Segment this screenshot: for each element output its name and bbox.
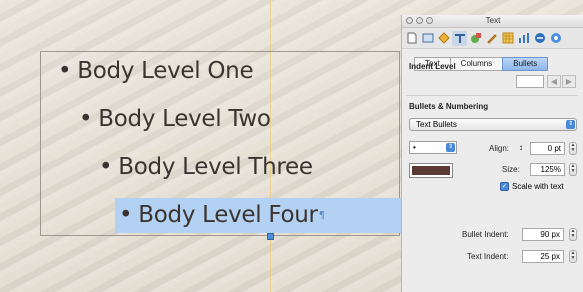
bullet-color-well[interactable] bbox=[409, 163, 453, 178]
table-icon[interactable] bbox=[500, 31, 515, 46]
scale-with-text-label: Scale with text bbox=[512, 182, 564, 191]
bullet-text: Body Level Two bbox=[98, 106, 271, 132]
tab-columns[interactable]: Columns bbox=[449, 57, 504, 71]
bullet-level-three[interactable]: • Body Level Three bbox=[99, 154, 313, 180]
align-stepper[interactable]: ▲ ▼ bbox=[569, 142, 577, 155]
bullet-level-four-selected[interactable]: • Body Level Four¶ bbox=[115, 198, 405, 233]
indent-level-label: Indent Level bbox=[409, 62, 456, 71]
bullets-numbering-label: Bullets & Numbering bbox=[409, 102, 489, 111]
text-indent-label: Text Indent: bbox=[467, 252, 509, 261]
bullet-char-value: • bbox=[413, 143, 416, 152]
size-field[interactable]: 125% bbox=[530, 163, 565, 176]
bullet-level-one[interactable]: • Body Level One bbox=[58, 58, 254, 84]
inspector-title: Text bbox=[485, 16, 501, 25]
text-indent-field[interactable]: 25 px bbox=[522, 250, 564, 263]
align-field[interactable]: 0 pt bbox=[530, 142, 565, 155]
quicktime-icon[interactable] bbox=[548, 31, 563, 46]
chart-icon[interactable] bbox=[516, 31, 531, 46]
slide-icon[interactable] bbox=[420, 31, 435, 46]
metrics-icon[interactable] bbox=[484, 31, 499, 46]
bullet-text: Body Level Three bbox=[118, 154, 313, 180]
align-label: Align: bbox=[489, 144, 510, 153]
paragraph-mark-icon: ¶ bbox=[318, 210, 325, 221]
text-icon[interactable] bbox=[452, 30, 467, 46]
tab-bullets[interactable]: Bullets bbox=[502, 57, 549, 71]
indent-level-field[interactable] bbox=[516, 75, 544, 88]
resize-handle[interactable] bbox=[267, 233, 274, 240]
size-label: Size: bbox=[502, 165, 520, 174]
bullet-char-select[interactable]: • ⇕ bbox=[409, 141, 457, 154]
build-icon[interactable] bbox=[436, 31, 451, 46]
bullet-type-select[interactable]: Text Bullets ⇕ bbox=[409, 118, 577, 131]
bullet-marker: • bbox=[119, 202, 133, 228]
bullet-indent-label: Bullet Indent: bbox=[462, 230, 509, 239]
bullet-indent-stepper[interactable]: ▲ ▼ bbox=[569, 228, 577, 241]
hyperlink-icon[interactable] bbox=[532, 31, 547, 46]
bullet-text: Body Level Four bbox=[138, 202, 318, 228]
bullet-marker: • bbox=[58, 58, 72, 84]
graphic-icon[interactable] bbox=[468, 31, 483, 46]
bullet-marker: • bbox=[99, 154, 113, 180]
bullet-marker: • bbox=[79, 106, 93, 132]
inspector-toolbar bbox=[402, 28, 583, 49]
chevron-updown-icon: ⇕ bbox=[446, 143, 455, 152]
indent-arrow-icon[interactable]: ▶ bbox=[562, 75, 576, 88]
size-stepper[interactable]: ▲ ▼ bbox=[569, 163, 577, 176]
inspector-titlebar[interactable]: Text bbox=[402, 15, 583, 28]
color-swatch bbox=[412, 166, 450, 175]
scale-with-text-checkbox[interactable]: ✓ bbox=[500, 182, 509, 191]
bullet-type-value: Text Bullets bbox=[416, 120, 457, 129]
chevron-updown-icon: ⇕ bbox=[566, 120, 575, 129]
text-indent-stepper[interactable]: ▲ ▼ bbox=[569, 250, 577, 263]
bullet-level-two[interactable]: • Body Level Two bbox=[79, 106, 271, 132]
bullet-indent-field[interactable]: 90 px bbox=[522, 228, 564, 241]
document-icon[interactable] bbox=[404, 31, 419, 46]
divider bbox=[406, 95, 578, 96]
outdent-arrow-icon[interactable]: ◀ bbox=[547, 75, 561, 88]
align-arrows-icon: ↕ bbox=[519, 143, 523, 152]
bullet-text: Body Level One bbox=[77, 58, 254, 84]
